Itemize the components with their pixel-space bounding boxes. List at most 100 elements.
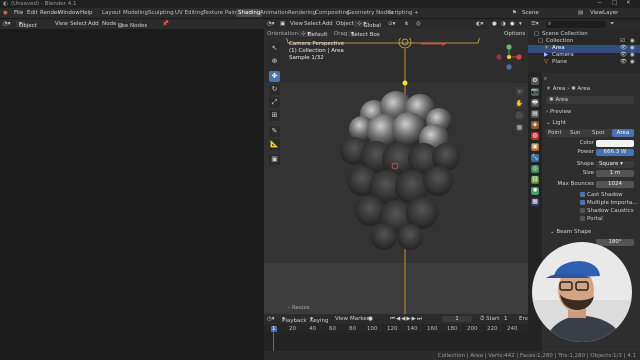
viewport-menu-select[interactable]: Select [304,21,321,27]
minimize-button[interactable]: ─ [598,0,601,6]
visibility-eye-icon[interactable]: 👁 [620,45,627,51]
visibility-eye-icon[interactable]: 👁 [620,59,627,65]
maximize-button[interactable]: □ [612,0,617,6]
cursor-tool-icon[interactable]: ⊕ [269,56,280,67]
shading-solid-icon[interactable]: ● [492,21,497,27]
outliner-type-icon[interactable]: ☰▾ [531,21,539,27]
select-tool-icon[interactable]: ↖ [269,43,280,54]
light-data-tab-icon[interactable]: ✺ [531,187,539,195]
menu-node[interactable]: Node [102,21,116,27]
annotate-tool-icon[interactable]: ✎ [269,126,280,137]
menu-select[interactable]: Select [70,21,87,27]
menu-view[interactable]: View [55,21,68,27]
menu-edit[interactable]: Edit [27,10,38,16]
start-frame-field[interactable]: 1 [504,316,508,322]
scene-icon[interactable]: ⚑ [512,10,517,16]
scene-tab-icon[interactable]: ◈ [531,121,539,129]
visibility-eye-icon[interactable]: 👁 [620,52,627,58]
light-type-sun[interactable]: Sun [570,130,580,136]
viewlayer-icon[interactable]: ▤ [578,10,583,16]
ortho-grid-icon[interactable]: ▦ [515,123,524,132]
texture-tab-icon[interactable]: ▦ [531,198,539,206]
object-tab-icon[interactable]: ▣ [531,143,539,151]
workspace-tab-modeling[interactable]: Modeling [123,10,148,16]
shader-editor-canvas[interactable] [0,29,264,360]
light-type-selector[interactable]: Point Sun Spot Area [546,129,634,137]
editor-type-icon[interactable]: ◔▾ [3,21,11,27]
color-swatch[interactable] [596,140,634,147]
camera-toggle-icon[interactable]: ◉ [630,38,635,44]
3d-viewport[interactable]: Orientation: ⊹ Default ▾ Drag: Select Bo… [264,29,528,314]
world-tab-icon[interactable]: ◍ [531,132,539,140]
workspace-tab-uv-editing[interactable]: UV Editing [175,10,204,16]
options-menu[interactable]: Options [504,31,525,37]
render-camera-icon[interactable]: ◉ [630,52,635,58]
viewport-menu-add[interactable]: Add [322,21,333,27]
menu-render[interactable]: Render [40,10,60,16]
render-camera-icon[interactable]: ◉ [630,45,635,51]
orientation-selector[interactable]: ⊹ Default ▾ [298,30,327,38]
playback-menu[interactable]: Playback ▾ [282,316,307,324]
workspace-tab-sculpting[interactable]: Sculpting [148,10,174,16]
constraints-tab-icon[interactable]: ⛓ [531,176,539,184]
workspace-tab-rendering[interactable]: Rendering [288,10,316,16]
filter-icon[interactable]: ⏷ [610,21,614,28]
light-panel-header[interactable]: ⌄ Light [546,120,566,126]
workspace-tab-compositing[interactable]: Compositing [315,10,349,16]
preview-panel-header[interactable]: › Preview [546,109,571,115]
shape-dropdown[interactable]: Square ▾ [596,161,634,168]
timeline-view-menu[interactable]: View [335,316,348,322]
max-bounces-field[interactable]: 1024 [596,181,634,188]
output-tab-icon[interactable]: 🖶 [531,99,539,107]
shadow-caustics-checkbox[interactable]: Shadow Caustics [580,208,634,214]
multiple-importance-checkbox[interactable]: Multiple Importa... [580,200,637,206]
viewport-menu-view[interactable]: View [290,21,303,27]
object-mode-selector[interactable]: Object ▾ [16,21,37,29]
timeline-editor-type-icon[interactable]: ◷▾ [267,316,275,322]
scene-selector[interactable]: Scene [522,10,539,16]
viewlayer-selector[interactable]: ViewLayer [590,10,618,16]
drag-selector[interactable]: Select Box ▾ [348,30,380,38]
pivot-icon[interactable]: ⊙▾ [388,21,395,27]
shading-rendered-icon[interactable]: ◉ [510,21,515,27]
camera-view-icon[interactable]: 🎥 [515,111,524,120]
transform-orientation-selector[interactable]: ⊹ Global ▾ [354,21,381,29]
light-type-area-active[interactable]: Area [612,129,634,137]
pin-icon[interactable]: 📌 [162,21,169,27]
shading-options-icon[interactable]: ▾ [519,21,522,27]
blender-menu-icon[interactable]: ◉ [3,10,8,16]
workspace-tab-shading[interactable]: Shading [236,9,263,17]
marker-menu[interactable]: Marker [350,316,369,322]
zoom-icon[interactable]: ⌕ [515,87,524,96]
tool-tab-icon[interactable]: ⚙ [531,77,539,85]
keying-menu[interactable]: Keying ▾ [310,316,328,324]
workspace-tab-animation[interactable]: Animation [260,10,288,16]
checkbox-icon[interactable]: ☑ [620,38,625,44]
beam-shape-panel-header[interactable]: ⌄ Beam Shape [550,229,591,235]
light-type-point[interactable]: Point [548,130,562,136]
record-icon[interactable]: ● [368,316,373,322]
measure-tool-icon[interactable]: 📐 [269,139,280,150]
menu-file[interactable]: File [14,10,23,16]
snap-icon[interactable]: ⋔ [404,21,409,27]
render-tab-icon[interactable]: 📷 [531,88,539,96]
close-button[interactable]: ✕ [626,0,631,6]
light-data-field[interactable]: ✺ Area [546,96,634,104]
current-frame-field[interactable]: 1 [442,316,472,322]
preview-range-icon[interactable]: ⏱ [480,316,484,323]
viewport-mode-icon[interactable]: ▣ [280,21,285,27]
timeline-ruler[interactable]: 1 20 40 60 80 100 120 140 160 180 200 22… [264,324,528,332]
playhead-line[interactable] [273,332,274,351]
physics-tab-icon[interactable]: ◎ [531,165,539,173]
menu-add[interactable]: Add [88,21,99,27]
render-camera-icon[interactable]: ◉ [630,59,635,65]
shading-material-icon[interactable]: ◑ [501,21,506,27]
scale-tool-icon[interactable]: ⤢ [269,97,280,108]
view-layer-tab-icon[interactable]: ▤ [531,110,539,118]
rotate-tool-icon[interactable]: ↻ [269,84,280,95]
viewport-editor-type-icon[interactable]: ◔▾ [267,21,275,27]
menu-help[interactable]: Help [80,10,93,16]
power-field[interactable]: 666.3 W [596,149,634,156]
outliner-row[interactable]: ▽ Plane 👁 ◉ [528,59,640,67]
add-cube-tool-icon[interactable]: ▣ [269,154,280,165]
